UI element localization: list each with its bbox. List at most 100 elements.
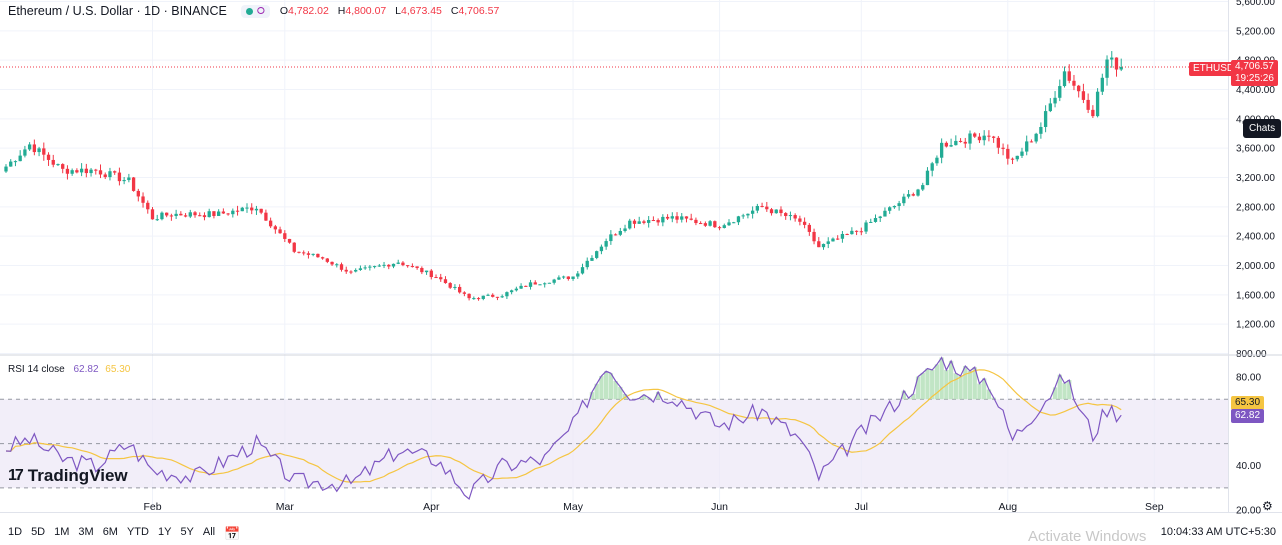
candle-body: [628, 220, 632, 229]
candle-body: [1048, 103, 1052, 112]
candle-body: [51, 159, 55, 165]
candle-body: [1034, 133, 1038, 142]
candle-body: [670, 216, 674, 219]
candle-body: [108, 171, 112, 178]
rsi-tag: 62.82: [1231, 409, 1265, 423]
candle-body: [122, 180, 126, 182]
low-value: 4,673.45: [401, 5, 442, 17]
candle-body: [32, 144, 37, 153]
candle-body: [500, 296, 504, 298]
candle-body: [264, 212, 268, 221]
range-3m[interactable]: 3M: [78, 526, 93, 542]
candle-body: [1114, 57, 1119, 70]
range-ytd[interactable]: YTD: [127, 526, 149, 542]
candle-body: [254, 208, 259, 211]
candle-body: [226, 213, 230, 215]
candle-body: [694, 219, 698, 224]
candle-body: [486, 294, 490, 296]
tradingview-logo[interactable]: 17 TradingView: [8, 466, 128, 486]
candle-body: [462, 292, 467, 294]
clock[interactable]: 10:04:33 AM UTC+5:30: [1161, 526, 1276, 538]
candle-body: [935, 157, 939, 164]
candle-body: [585, 260, 589, 268]
candle-body: [732, 222, 736, 224]
chart-canvas[interactable]: 800.001,200.001,600.002,000.002,400.002,…: [0, 0, 1282, 542]
candle-body: [207, 211, 211, 218]
candle-body: [306, 253, 311, 255]
candle-body: [921, 185, 925, 190]
range-1d[interactable]: 1D: [8, 526, 22, 542]
candle-body: [514, 288, 519, 291]
rsi-value: 62.82: [73, 364, 99, 375]
close-value: 4,706.57: [458, 5, 500, 17]
rsi-ma-tag: 65.30: [1231, 396, 1265, 410]
candle-body: [524, 285, 528, 287]
candle-body: [656, 220, 660, 223]
candle-body: [141, 196, 145, 203]
range-5y[interactable]: 5Y: [180, 526, 193, 542]
candle-body: [103, 174, 107, 178]
candle-body: [131, 177, 136, 191]
candle-body: [1091, 109, 1095, 117]
candle-body: [642, 221, 646, 223]
candle-body: [698, 223, 703, 225]
time-tick-label: Aug: [998, 501, 1017, 513]
candle-body: [684, 216, 689, 219]
date-range-calendar-icon[interactable]: 📅: [224, 526, 240, 542]
symbol-title[interactable]: Ethereum / U.S. Dollar · 1D · BINANCE: [8, 4, 227, 18]
candle-body: [75, 170, 79, 173]
rsi-header[interactable]: RSI 14 close 62.82 65.30: [8, 364, 130, 375]
open-value: 4,782.02: [287, 5, 329, 17]
range-1y[interactable]: 1Y: [158, 526, 171, 542]
candle-body: [372, 266, 377, 268]
candle-body: [448, 283, 452, 288]
candle-body: [472, 298, 476, 300]
candle-body: [339, 264, 344, 270]
candle-body: [1001, 147, 1005, 149]
last-price-tag: 4,706.57 19:25:26: [1231, 60, 1278, 86]
rsi-tick-label: 20.00: [1236, 506, 1261, 517]
candle-body: [273, 226, 278, 230]
candle-body: [278, 229, 282, 234]
candle-body: [604, 241, 608, 247]
price-tick-label: 5,200.00: [1236, 26, 1275, 37]
price-tick-label: 1,200.00: [1236, 320, 1275, 331]
chats-button[interactable]: Chats: [1243, 119, 1282, 138]
candle-body: [902, 196, 906, 204]
settings-gear-icon[interactable]: ⚙: [1262, 499, 1273, 513]
candle-body: [287, 238, 292, 243]
time-tick-label: Apr: [423, 501, 440, 513]
market-status-pill[interactable]: ⭘: [240, 4, 270, 18]
candle-body: [174, 213, 178, 217]
candle-body: [396, 262, 400, 264]
candle-body: [1105, 59, 1109, 78]
candle-body: [1020, 151, 1024, 156]
candle-body: [826, 241, 830, 244]
candle-body: [618, 230, 622, 235]
candle-body: [117, 172, 122, 182]
candle-body: [297, 251, 301, 253]
candle-body: [330, 261, 334, 265]
candle-body: [802, 221, 807, 225]
candle-body: [9, 161, 13, 167]
candle-body: [623, 228, 627, 231]
range-all[interactable]: All: [203, 526, 215, 542]
candle-body: [987, 135, 991, 137]
candle-body: [812, 231, 816, 242]
range-6m[interactable]: 6M: [103, 526, 118, 542]
candle-body: [836, 238, 840, 240]
candle-body: [231, 210, 235, 215]
candle-body: [769, 209, 774, 214]
candle-body: [850, 230, 854, 235]
rsi-tick-label: 40.00: [1236, 461, 1261, 472]
time-tick-label: Jul: [855, 501, 868, 513]
rsi-overbought-fill: [589, 357, 1072, 400]
candle-body: [27, 144, 32, 150]
time-tick-label: Mar: [276, 501, 295, 513]
range-1m[interactable]: 1M: [54, 526, 69, 542]
candle-body: [774, 209, 778, 214]
candle-body: [703, 223, 708, 226]
candle-body: [354, 269, 358, 272]
range-5d[interactable]: 5D: [31, 526, 45, 542]
candle-body: [13, 161, 18, 163]
